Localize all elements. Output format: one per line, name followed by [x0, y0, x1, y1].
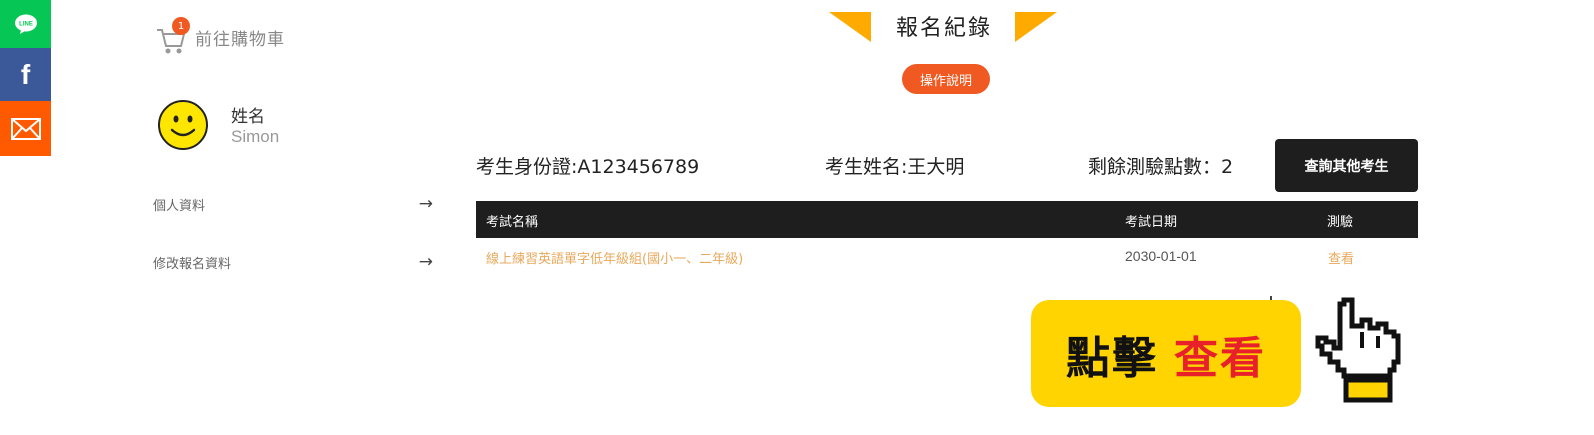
column-header-exam-name: 考試名稱: [486, 215, 539, 230]
cart-count-badge: 1: [172, 17, 190, 35]
help-button[interactable]: 操作說明: [902, 64, 990, 94]
sidebar-item-personal-info[interactable]: 個人資料 →: [153, 194, 433, 214]
arrow-right-icon: →: [418, 252, 433, 272]
facebook-share-button[interactable]: f: [0, 48, 51, 101]
right-triangle-decoration: [1015, 12, 1057, 42]
line-icon-label: LINE: [19, 22, 33, 28]
page-title: 報名紀錄: [896, 16, 993, 41]
email-share-button[interactable]: [0, 101, 51, 156]
column-header-test: 測驗: [1327, 215, 1354, 230]
profile-username: Simon: [231, 127, 280, 146]
cart-icon: 1: [155, 17, 190, 56]
pointing-hand-icon: [1315, 297, 1401, 403]
profile-name-label: 姓名: [231, 107, 265, 127]
facebook-icon: f: [20, 58, 31, 90]
smiley-avatar-icon: [158, 100, 208, 150]
arrow-right-icon: →: [418, 194, 433, 214]
click-view-callout: 點擊 查看: [1031, 300, 1301, 407]
sidebar-item-label: 修改報名資料: [153, 256, 232, 272]
sidebar-item-label: 個人資料: [153, 198, 206, 214]
left-triangle-decoration: [829, 12, 871, 42]
exam-name-link[interactable]: 線上練習英語單字低年級組(國小一、二年級): [486, 248, 743, 267]
remaining-points: 剩餘測驗點數：2: [1088, 156, 1234, 178]
table-header: 考試名稱 考試日期 測驗: [476, 201, 1418, 238]
exam-date: 2030-01-01: [1125, 248, 1197, 264]
column-header-exam-date: 考試日期: [1125, 215, 1178, 230]
social-share-bar: LINE f: [0, 0, 51, 156]
candidate-id: 考生身份證:A123456789: [476, 156, 700, 178]
go-to-cart-link[interactable]: 1 前往購物車: [155, 17, 285, 56]
callout-text-click: 點擊: [1066, 332, 1158, 384]
sidebar-item-edit-registration[interactable]: 修改報名資料 →: [153, 252, 433, 272]
mail-icon: [10, 117, 41, 140]
line-share-button[interactable]: LINE: [0, 0, 51, 48]
callout-text-view: 查看: [1174, 332, 1266, 384]
line-icon: LINE: [14, 14, 37, 34]
query-other-candidate-button[interactable]: 查詢其他考生: [1275, 139, 1418, 192]
cart-label: 前往購物車: [195, 29, 285, 50]
avatar: [157, 99, 209, 155]
candidate-name: 考生姓名:王大明: [825, 156, 965, 178]
view-test-link[interactable]: 查看: [1328, 248, 1354, 267]
